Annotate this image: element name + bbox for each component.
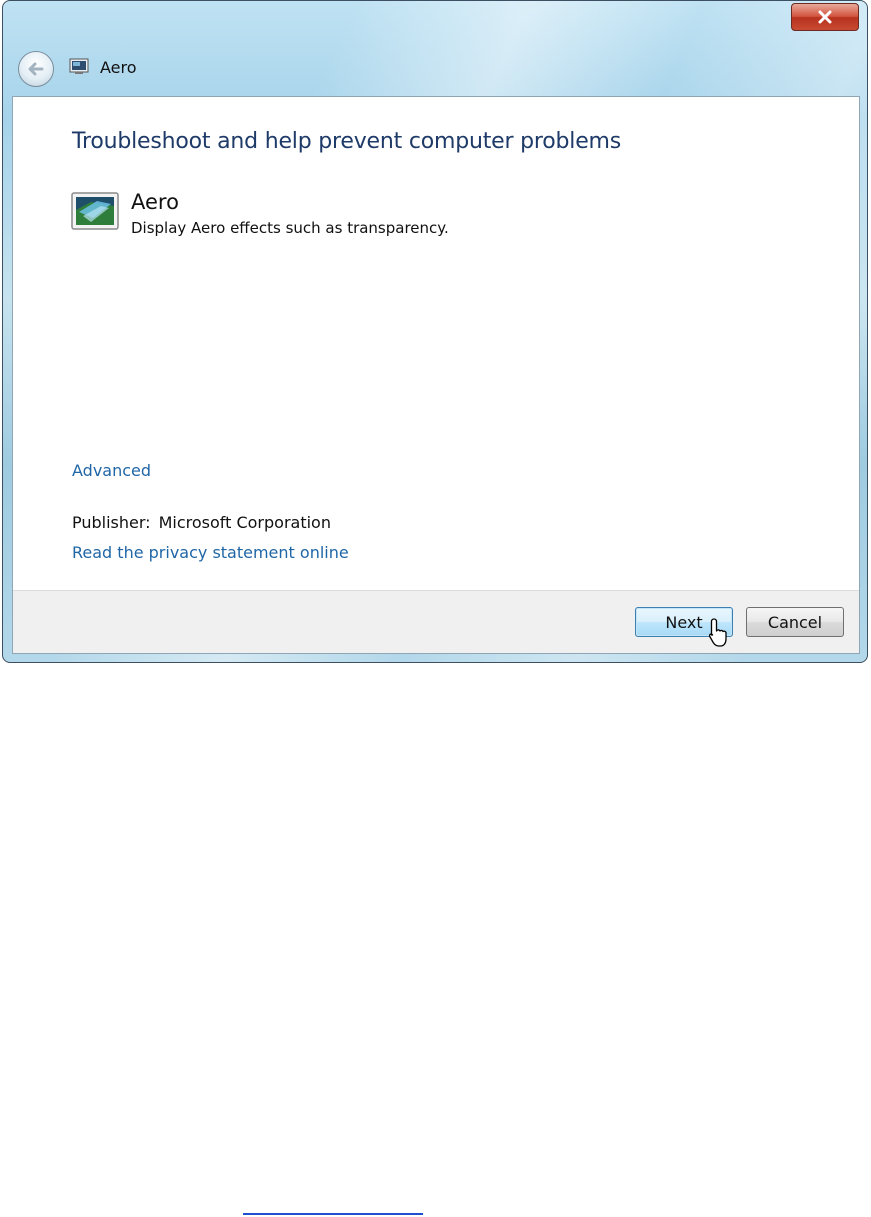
publisher-info: Publisher: Microsoft Corporation xyxy=(72,513,331,532)
aero-display-icon[interactable] xyxy=(71,192,119,232)
display-icon xyxy=(69,58,89,74)
window-title: Aero xyxy=(100,58,137,77)
back-button[interactable] xyxy=(18,51,54,87)
advanced-link[interactable]: Advanced xyxy=(72,461,151,480)
publisher-label: Publisher: xyxy=(72,513,151,532)
content-pane: Troubleshoot and help prevent computer p… xyxy=(12,96,860,654)
item-title[interactable]: Aero xyxy=(131,190,179,214)
troubleshooter-window: Aero Troubleshoot and help prevent compu… xyxy=(2,0,868,663)
cancel-button[interactable]: Cancel xyxy=(746,607,844,637)
pointer-cursor-icon xyxy=(708,618,727,647)
publisher-value: Microsoft Corporation xyxy=(158,513,331,532)
close-icon xyxy=(818,10,832,24)
privacy-statement-link[interactable]: Read the privacy statement online xyxy=(72,543,349,562)
page-heading: Troubleshoot and help prevent computer p… xyxy=(72,129,622,154)
back-arrow-icon xyxy=(28,62,44,76)
item-description: Display Aero effects such as transparenc… xyxy=(131,219,449,237)
underline-link[interactable] xyxy=(243,1213,423,1215)
close-button[interactable] xyxy=(791,3,859,31)
button-bar: Next Cancel xyxy=(13,590,859,653)
